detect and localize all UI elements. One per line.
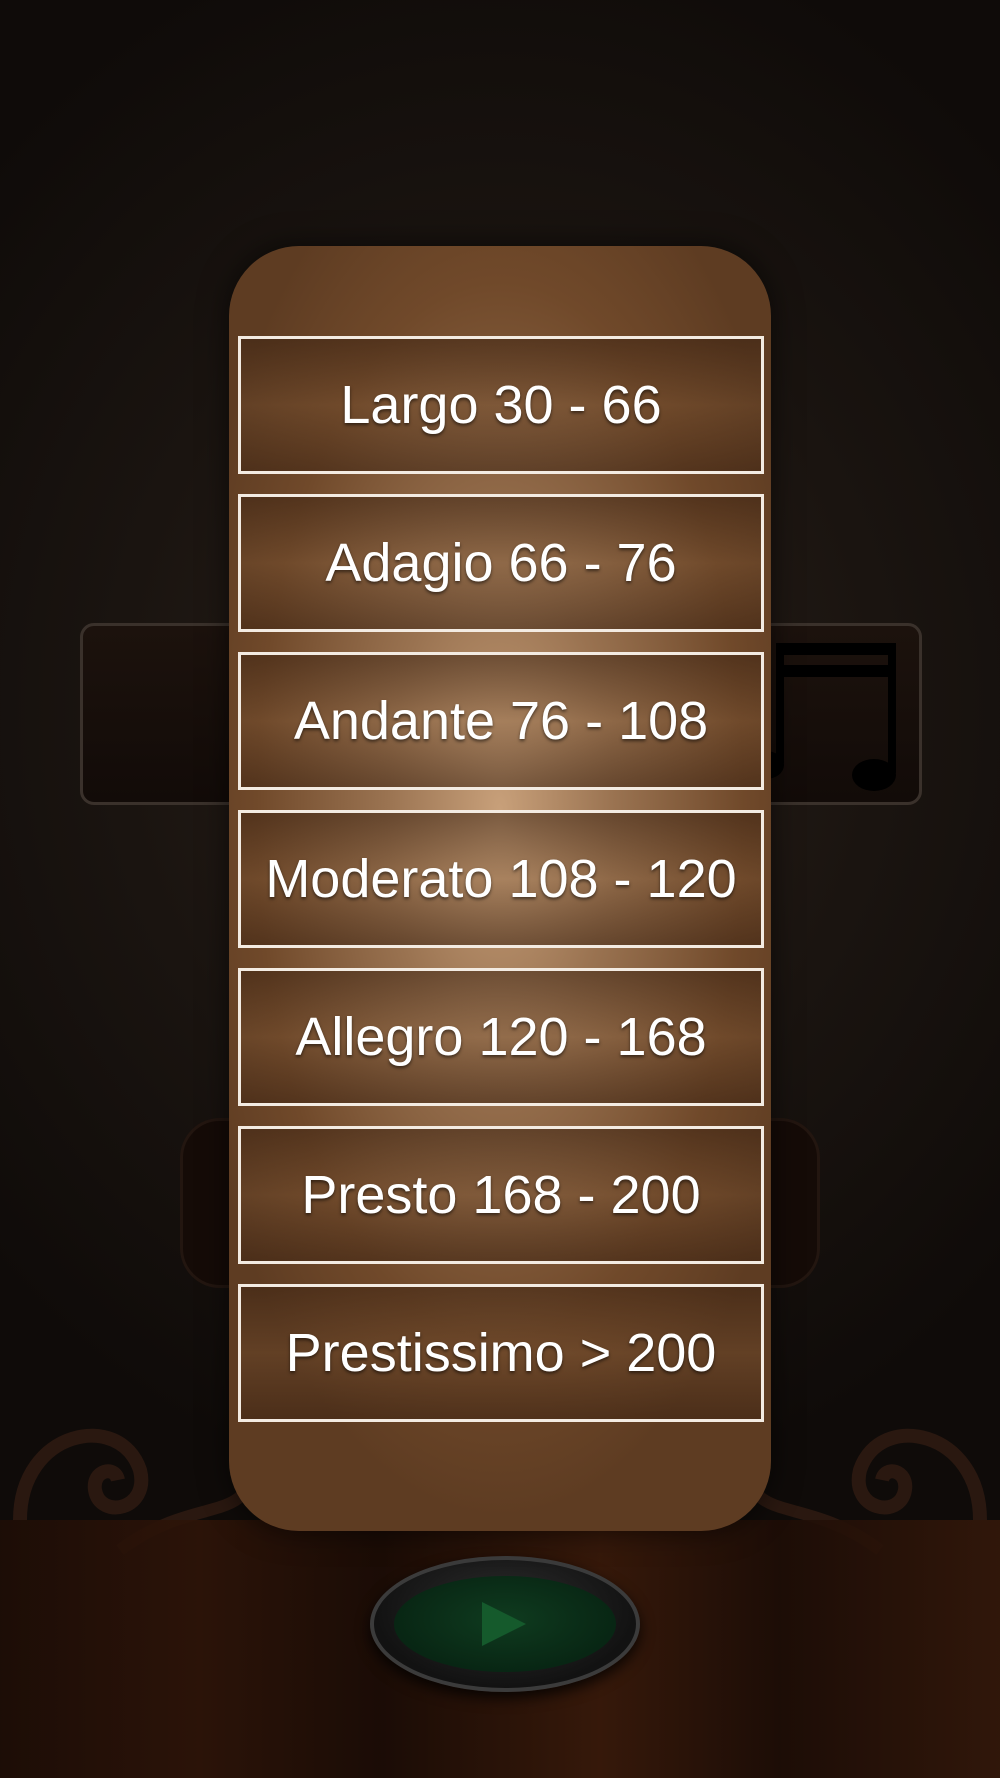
tempo-option-presto[interactable]: Presto 168 - 200	[238, 1126, 764, 1264]
tempo-option-adagio[interactable]: Adagio 66 - 76	[238, 494, 764, 632]
tempo-option-largo[interactable]: Largo 30 - 66	[238, 336, 764, 474]
play-button-face	[394, 1576, 616, 1672]
play-icon	[482, 1602, 526, 1646]
tempo-option-label: Largo 30 - 66	[340, 375, 662, 435]
tempo-option-label: Presto 168 - 200	[301, 1165, 701, 1225]
tempo-option-allegro[interactable]: Allegro 120 - 168	[238, 968, 764, 1106]
tempo-option-label: Moderato 108 - 120	[265, 849, 737, 909]
tempo-option-label: Adagio 66 - 76	[325, 533, 677, 593]
music-notes-icon	[766, 643, 896, 791]
tempo-option-label: Prestissimo > 200	[285, 1323, 717, 1383]
play-button[interactable]	[370, 1556, 640, 1692]
tempo-option-andante[interactable]: Andante 76 - 108	[238, 652, 764, 790]
tempo-option-moderato[interactable]: Moderato 108 - 120	[238, 810, 764, 948]
tempo-picker-dialog: Largo 30 - 66 Adagio 66 - 76 Andante 76 …	[229, 246, 771, 1531]
tempo-option-prestissimo[interactable]: Prestissimo > 200	[238, 1284, 764, 1422]
metronome-screen: Largo 30 - 66 Adagio 66 - 76 Andante 76 …	[0, 0, 1000, 1778]
tempo-option-label: Allegro 120 - 168	[295, 1007, 707, 1067]
tempo-option-label: Andante 76 - 108	[293, 691, 709, 751]
